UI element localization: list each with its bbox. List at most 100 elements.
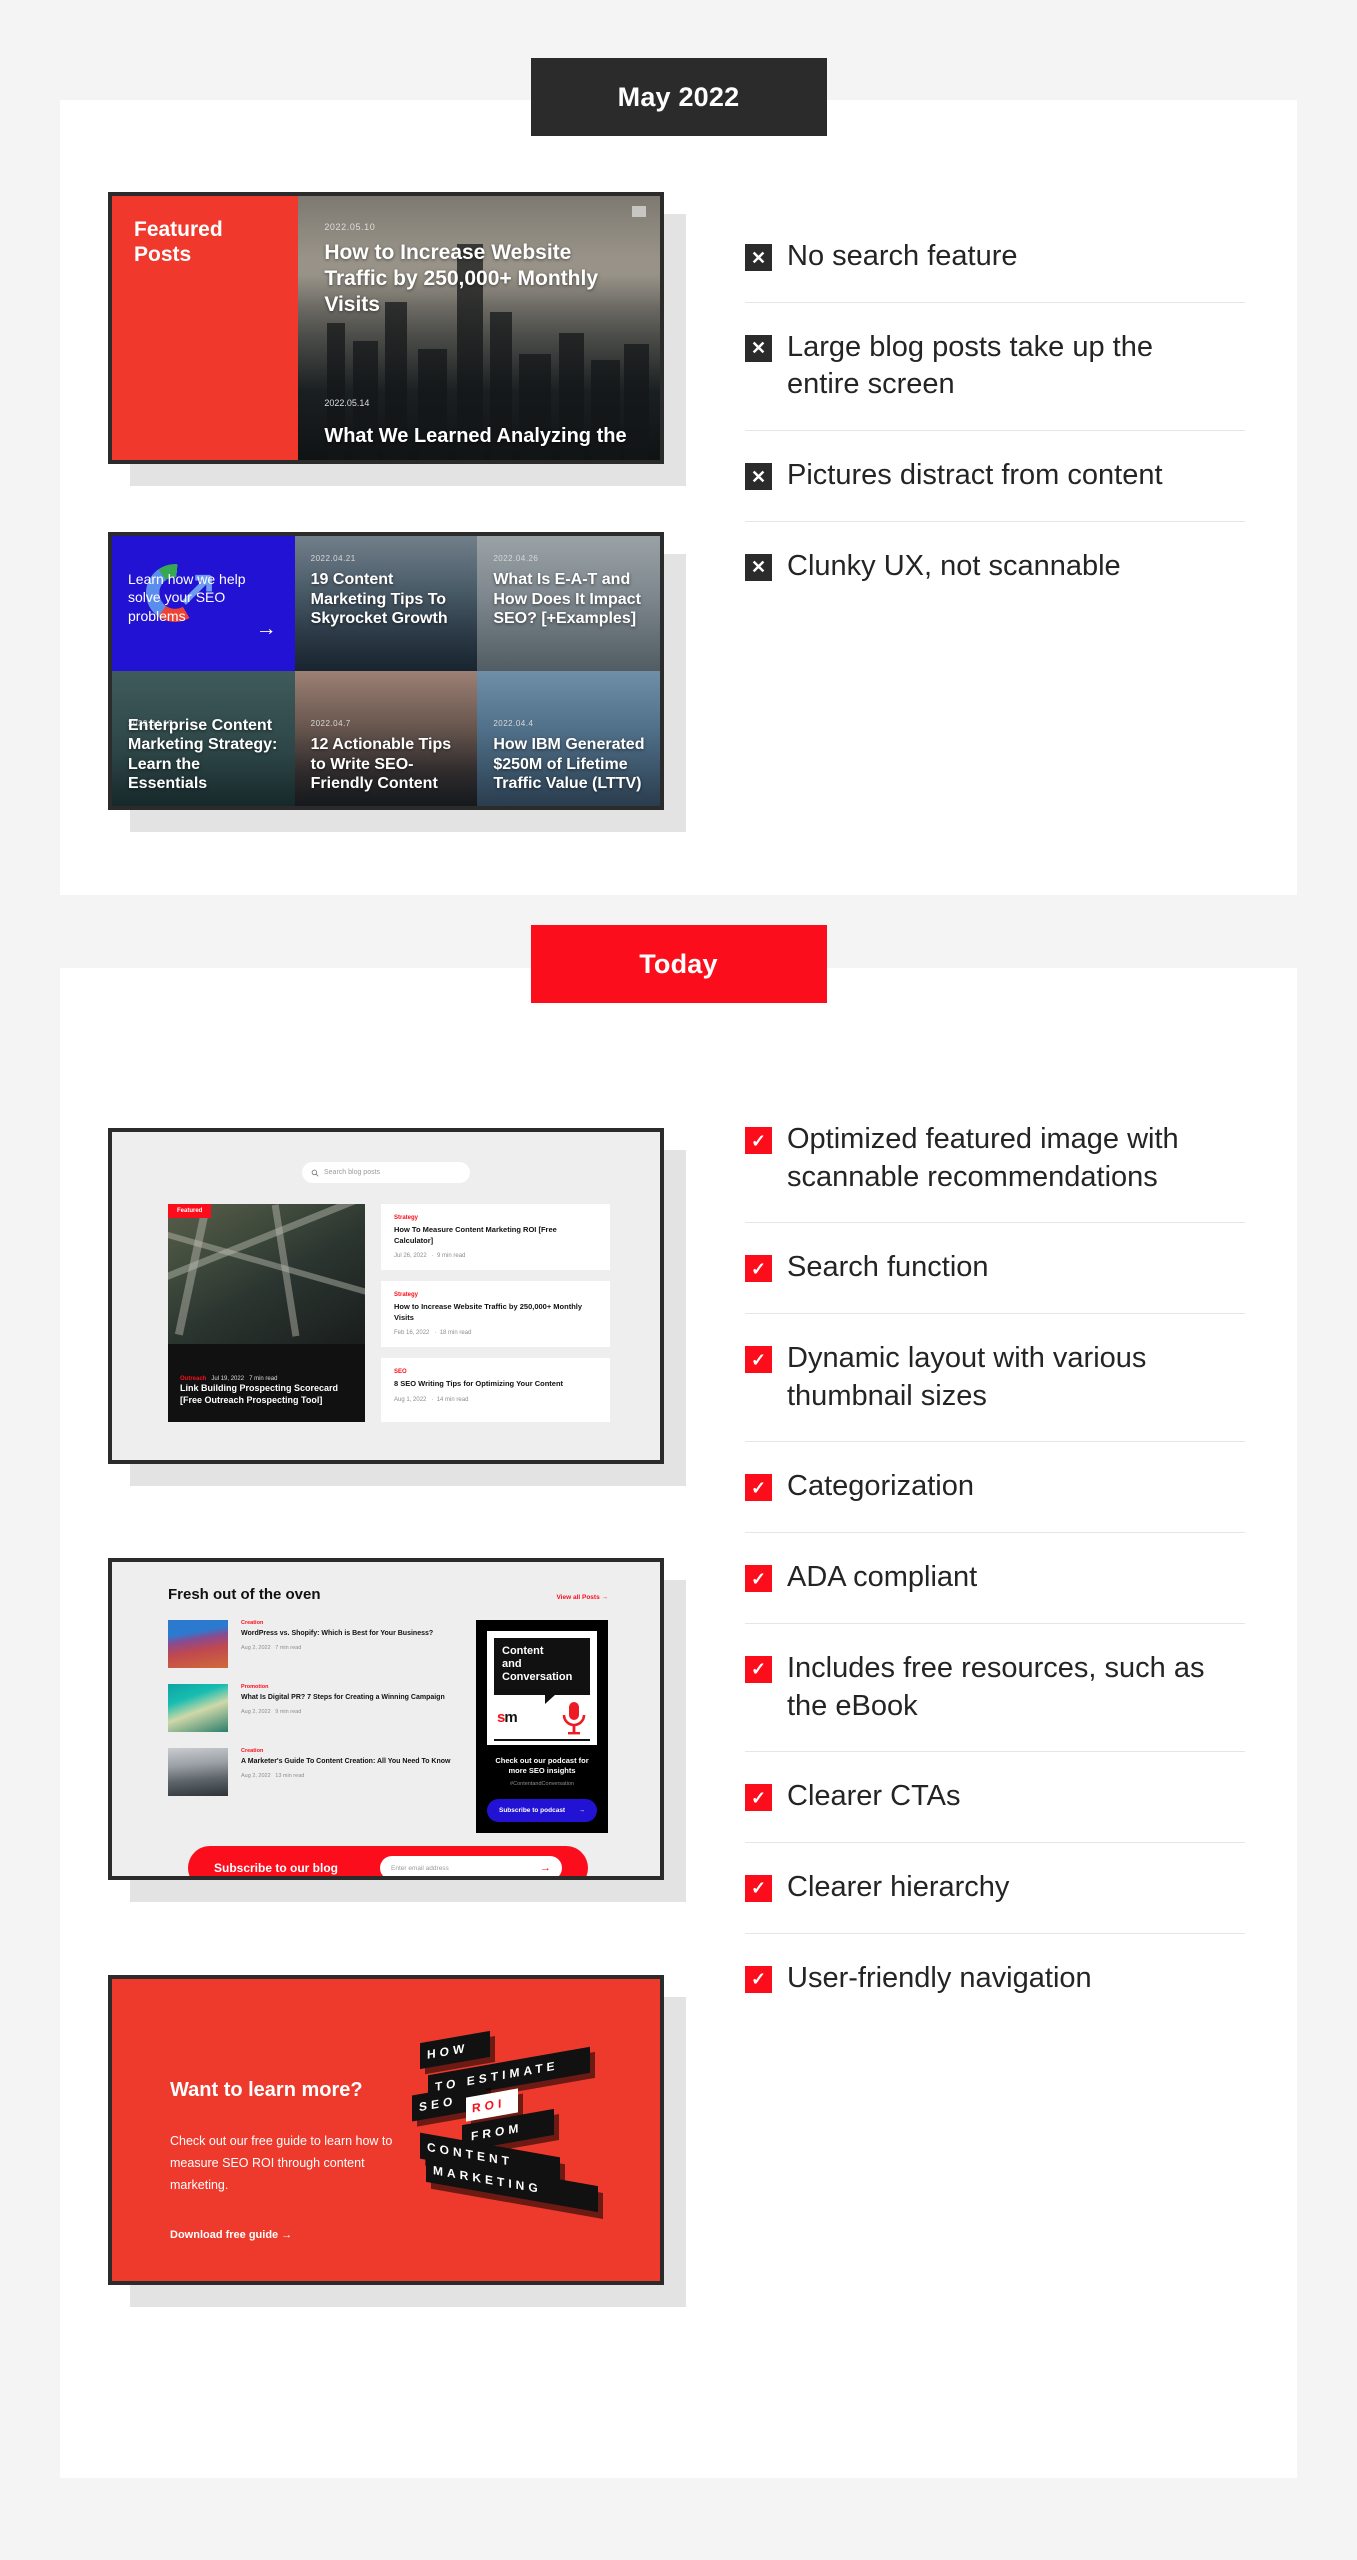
list-item-label: Clearer CTAs [787,1780,961,1813]
search-icon [311,1169,319,1177]
view-all-posts-link[interactable]: View all Posts → [556,1594,608,1601]
post-date: Feb 16, 2022 [394,1330,430,1336]
screenshot-frame: Featured Posts 2022.05.10 How to Increas… [108,192,664,464]
list-item: ✕ Large blog posts take up the entire sc… [745,303,1245,432]
post-title: What Is Digital PR? 7 Steps for Creating… [241,1694,445,1701]
post-title: How to Increase Website Traffic by 250,0… [394,1302,583,1322]
post-list-item[interactable]: Creation A Marketer's Guide To Content C… [168,1748,454,1796]
post-date: Jul 26, 2022 [394,1253,427,1259]
post-list-item[interactable]: Promotion What Is Digital PR? 7 Steps fo… [168,1684,454,1732]
post-title: 12 Actionable Tips to Write SEO-Friendly… [310,736,452,793]
check-icon: ✓ [745,1346,772,1374]
post-card[interactable]: Strategy How To Measure Content Marketin… [381,1204,610,1270]
screenshot-fresh-posts-today: Fresh out of the oven View all Posts → C… [108,1558,686,1902]
grid-cell-seo-promo[interactable]: ↗ Learn how we help solve your SEO probl… [112,536,295,671]
email-field[interactable]: Enter email address → [380,1856,562,1876]
featured-post-image [168,1204,365,1344]
featured-hero-image: 2022.05.10 How to Increase Website Traff… [298,196,660,460]
list-item-label: Pictures distract from content [787,459,1163,492]
grid-cell-post[interactable]: 2022.04.4 How IBM Generated $250M of Lif… [477,671,660,806]
post-meta: Aug 1, 2022 · 14 min read [394,1396,469,1403]
subscribe-label: Subscribe to our blog [214,1861,339,1875]
post-thumbnail [168,1684,228,1732]
screenshot-frame: ↗ Learn how we help solve your SEO probl… [108,532,664,810]
post-title[interactable]: What We Learned Analyzing the [324,424,630,448]
checklist-may-2022: ✕ No search feature ✕ Large blog posts t… [745,212,1245,611]
list-item-label: User-friendly navigation [787,1961,1092,1994]
list-item-label: Search function [787,1251,989,1284]
post-title: Enterprise Content Marketing Strategy: L… [128,716,278,793]
city-skyline-photo [298,196,660,460]
featured-badge: Featured [168,1204,212,1218]
post-meta: Aug 2, 2022 7 min read [241,1645,433,1651]
post-title: How IBM Generated $250M of Lifetime Traf… [493,736,645,793]
search-input[interactable]: Search blog posts [302,1162,470,1183]
check-icon: ✓ [745,1965,772,1993]
cover-word: HOW [420,2030,490,2070]
grid-cell-post[interactable]: 2022.04.26 What Is E-A-T and How Does It… [477,536,660,671]
ebook-cover-art: HOW TO ESTIMATE SEO ROI FROM CONTENT MAR… [400,2019,620,2219]
cta-heading: Want to learn more? [170,2079,363,2101]
post-meta: Aug 2, 2022 13 min read [241,1773,450,1779]
arrow-right-icon: → [255,617,277,640]
list-item: ✕ Clunky UX, not scannable [745,522,1245,612]
screenshot-featured-posts-2022: Featured Posts 2022.05.10 How to Increas… [108,192,686,486]
post-date: Aug 1, 2022 [394,1396,427,1403]
subscribe-to-podcast-button[interactable]: Subscribe to podcast → [487,1799,597,1823]
list-item-label: Categorization [787,1470,974,1503]
list-item-label: Optimized featured image with scannable … [787,1123,1179,1193]
podcast-caption: Check out our podcast for more SEO insig… [495,1755,589,1776]
subscribe-podcast-label: Subscribe to podcast [499,1807,566,1815]
post-category: Creation [241,1620,264,1626]
promo-text: Learn how we help solve your SEO problem… [128,570,246,624]
grid-cell-post[interactable]: 2022.04.13 Enterprise Content Marketing … [112,671,295,806]
post-title: 8 SEO Writing Tips for Optimizing Your C… [394,1379,564,1388]
post-date: 2022.04.4 [493,719,534,728]
post-category: Strategy [394,1292,419,1298]
post-card[interactable]: Strategy How to Increase Website Traffic… [381,1281,610,1347]
featured-post-card[interactable]: Featured Outreach Jul 19, 2022 7 min rea… [168,1204,365,1422]
post-date: Aug 2, 2022 [241,1772,271,1779]
list-item: ✕ No search feature [745,212,1245,303]
list-item: ✓ Clearer hierarchy [745,1843,1245,1934]
featured-posts-label-line2: Posts [134,242,192,266]
post-title: How To Measure Content Marketing ROI [Fr… [394,1225,557,1245]
section-heading: Fresh out of the oven [168,1586,321,1603]
podcast-hashtag: #ContentandConversation [510,1781,574,1788]
podcast-title-line1: Content [502,1645,544,1657]
post-title: 19 Content Marketing Tips To Skyrocket G… [310,571,448,628]
featured-posts-label-line1: Featured [134,218,223,241]
post-meta: Aug 2, 2022 9 min read [241,1709,445,1715]
download-free-guide-link[interactable]: Download free guide → [170,2229,292,2241]
section-badge-may-2022: May 2022 [530,58,827,136]
grid-cell-post[interactable]: 2022.04.21 19 Content Marketing Tips To … [294,536,478,671]
post-card[interactable]: SEO 8 SEO Writing Tips for Optimizing Yo… [381,1358,610,1422]
post-read-time: 9 min read [437,1253,466,1259]
post-title[interactable]: How to Increase Website Traffic by 250,0… [324,240,630,318]
grid-cell-post[interactable]: 2022.04.7 12 Actionable Tips to Write SE… [294,671,478,806]
post-category: SEO [394,1369,407,1375]
podcast-cover-art: Content and Conversation sm [487,1631,597,1745]
post-date: 2022.04.7 [310,719,351,728]
list-item: ✓ Categorization [745,1442,1245,1534]
post-list-item[interactable]: Creation WordPress vs. Shopify: Which is… [168,1620,454,1668]
list-item: ✓ Optimized featured image with scannabl… [745,1095,1245,1224]
x-icon: ✕ [745,244,772,271]
x-icon: ✕ [745,463,772,491]
post-date: 2022.05.10 [324,222,376,232]
arrow-right-icon: → [578,1807,586,1815]
post-read-time: 7 min read [275,1644,302,1651]
post-title: WordPress vs. Shopify: Which is Best for… [241,1630,434,1637]
post-date: 2022.04.26 [493,554,539,563]
screenshot-frame: Want to learn more? Check out our free g… [108,1975,664,2285]
section-badge-label: May 2022 [617,81,740,112]
screenshot-frame: Fresh out of the oven View all Posts → C… [108,1558,664,1880]
checklist-today: ✓ Optimized featured image with scannabl… [745,1095,1245,2023]
post-read-time: 18 min read [439,1330,472,1336]
post-date: 2022.05.14 [324,398,370,408]
featured-posts-label: Featured Posts [112,196,299,460]
post-read-time: 14 min read [436,1396,469,1403]
search-placeholder: Search blog posts [324,1169,381,1176]
list-item-label: Clunky UX, not scannable [787,549,1121,582]
podcast-promo-card[interactable]: Content and Conversation sm Check out ou… [476,1620,608,1834]
